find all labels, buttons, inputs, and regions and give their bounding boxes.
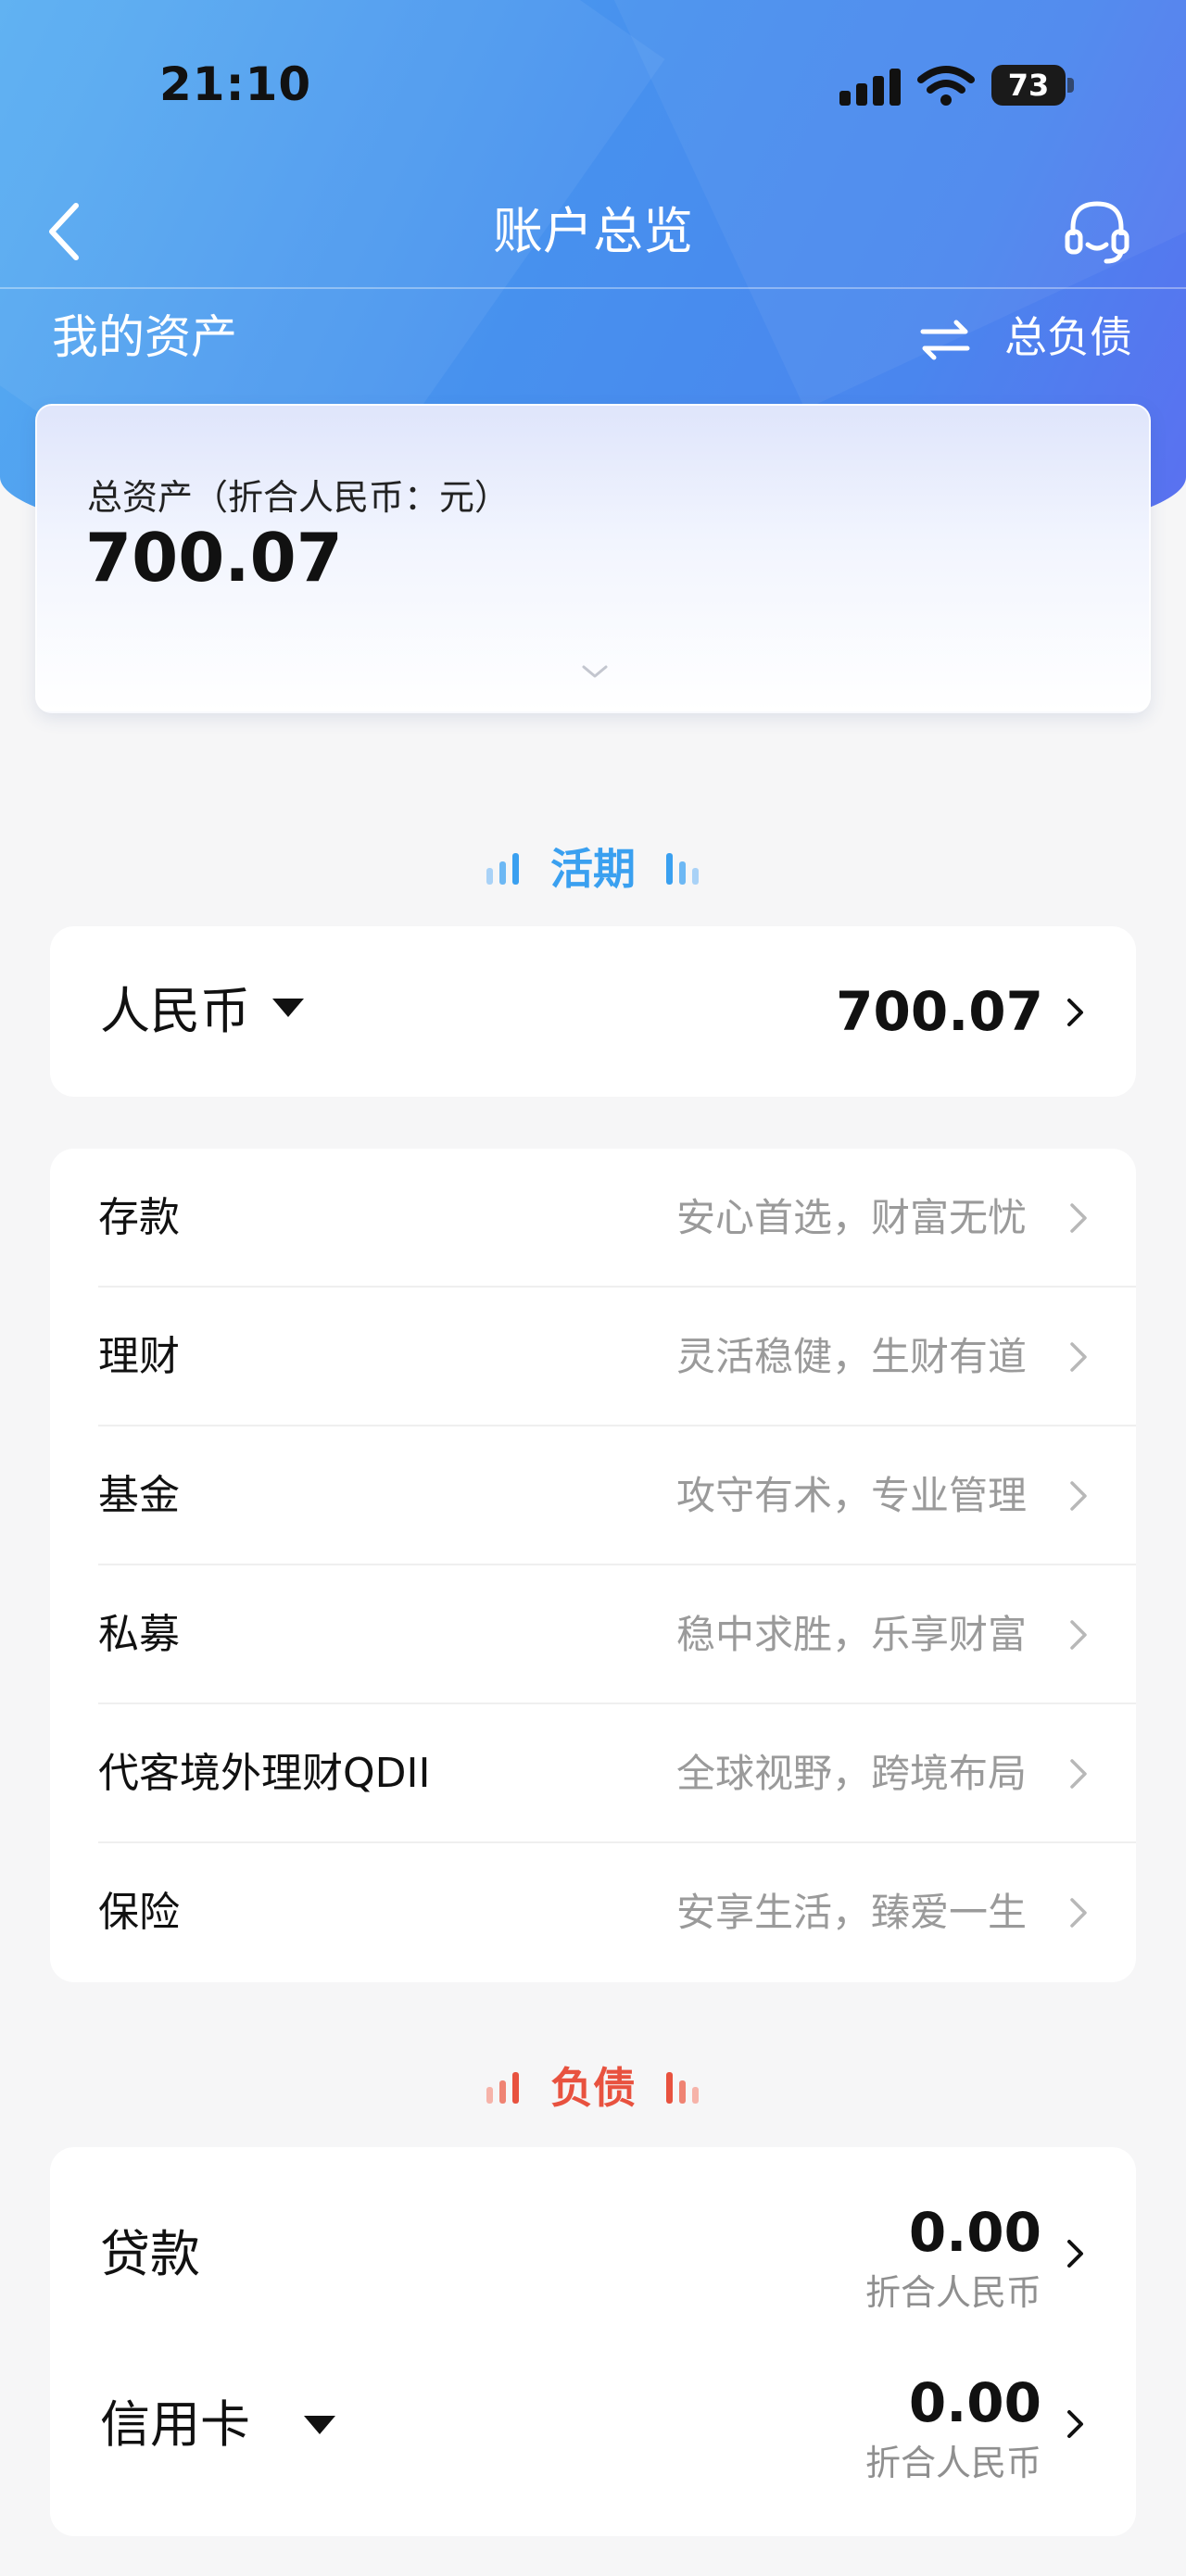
product-desc: 全球视野，跨境布局 xyxy=(675,1751,1027,1796)
liability-name: 贷款 xyxy=(100,2225,200,2283)
demand-section-title: 活期 xyxy=(550,844,636,894)
liability-value: 0.00 xyxy=(908,2201,1041,2264)
chevron-right-icon xyxy=(1070,1759,1087,1789)
product-name: 代客境外理财QDII xyxy=(98,1750,431,1797)
product-name: 基金 xyxy=(98,1472,180,1519)
liability-value: 0.00 xyxy=(908,2371,1041,2434)
currency-selector[interactable]: 人民币 xyxy=(100,976,250,1047)
assets-title: 我的资产 xyxy=(52,310,237,364)
liability-row-loan[interactable]: 贷款 0.00 折合人民币 xyxy=(50,2169,1136,2340)
signal-icon xyxy=(839,69,901,106)
product-name: 理财 xyxy=(98,1333,180,1380)
total-assets-label: 总资产（折合人民币：元） xyxy=(87,477,511,518)
customer-service-icon[interactable] xyxy=(1060,195,1134,269)
chevron-right-icon xyxy=(1070,1203,1087,1233)
wifi-icon xyxy=(917,66,975,106)
bars-right-icon xyxy=(666,853,700,885)
product-desc: 攻守有术，专业管理 xyxy=(675,1473,1027,1518)
liability-currency-note: 折合人民币 xyxy=(864,2443,1041,2483)
battery-indicator: 73 xyxy=(991,65,1066,106)
product-desc: 安享生活，臻爱一生 xyxy=(675,1890,1027,1935)
product-desc: 安心首选，财富无忧 xyxy=(675,1195,1027,1240)
chevron-right-icon xyxy=(1070,1898,1087,1928)
liability-section-title: 负债 xyxy=(550,2063,636,2113)
chevron-right-icon xyxy=(1070,1342,1087,1372)
bars-left-icon xyxy=(486,853,519,885)
currency-balance: 700.07 xyxy=(836,980,1043,1043)
nav-bar: 账户总览 xyxy=(0,176,1186,289)
chevron-right-icon xyxy=(1070,1481,1087,1511)
currency-row[interactable]: 人民币 700.07 xyxy=(50,926,1136,1097)
liability-row-credit-card[interactable]: 信用卡 0.00 折合人民币 xyxy=(50,2340,1136,2510)
status-time: 21:10 xyxy=(159,57,312,111)
product-name: 存款 xyxy=(98,1194,180,1241)
total-assets-card[interactable]: 总资产（折合人民币：元） 700.07 xyxy=(35,404,1151,713)
chevron-right-icon xyxy=(1070,1620,1087,1650)
product-name: 保险 xyxy=(98,1889,180,1936)
bars-left-icon xyxy=(486,2072,519,2104)
product-row-fund[interactable]: 基金 攻守有术，专业管理 xyxy=(50,1426,1136,1565)
liability-name: 信用卡 xyxy=(100,2395,250,2454)
product-name: 私募 xyxy=(98,1611,180,1658)
total-assets-value: 700.07 xyxy=(85,519,343,597)
switch-arrows-icon[interactable] xyxy=(917,317,973,363)
product-row-wealth[interactable]: 理财 灵活稳健，生财有道 xyxy=(50,1288,1136,1426)
assets-header: 我的资产 总负债 xyxy=(0,289,1186,391)
status-bar: 21:10 73 xyxy=(0,0,1186,176)
demand-section-header: 活期 xyxy=(0,832,1186,906)
page-title: 账户总览 xyxy=(493,202,693,260)
caret-down-icon[interactable] xyxy=(271,997,306,1019)
currency-card[interactable]: 人民币 700.07 xyxy=(50,926,1136,1097)
products-card: 存款 安心首选，财富无忧 理财 灵活稳健，生财有道 基金 攻守有术，专业管理 私… xyxy=(50,1149,1136,1982)
chevron-right-icon xyxy=(1067,2240,1083,2268)
product-row-private-fund[interactable]: 私募 稳中求胜，乐享财富 xyxy=(50,1565,1136,1704)
battery-cap xyxy=(1067,78,1074,93)
liability-currency-note: 折合人民币 xyxy=(864,2272,1041,2313)
product-desc: 灵活稳健，生财有道 xyxy=(675,1334,1027,1379)
product-row-qdii[interactable]: 代客境外理财QDII 全球视野，跨境布局 xyxy=(50,1704,1136,1843)
product-row-deposit[interactable]: 存款 安心首选，财富无忧 xyxy=(50,1149,1136,1288)
product-desc: 稳中求胜，乐享财富 xyxy=(675,1612,1027,1657)
total-debt-link[interactable]: 总负债 xyxy=(1004,306,1132,369)
liability-section-header: 负债 xyxy=(0,2051,1186,2125)
liabilities-card: 贷款 0.00 折合人民币 信用卡 0.00 折合人民币 xyxy=(50,2147,1136,2536)
bars-right-icon xyxy=(666,2072,700,2104)
chevron-down-icon[interactable] xyxy=(578,661,612,682)
chevron-right-icon xyxy=(1067,2410,1083,2438)
chevron-right-icon xyxy=(1067,999,1083,1026)
product-row-insurance[interactable]: 保险 安享生活，臻爱一生 xyxy=(50,1843,1136,1982)
caret-down-icon[interactable] xyxy=(302,2414,337,2436)
